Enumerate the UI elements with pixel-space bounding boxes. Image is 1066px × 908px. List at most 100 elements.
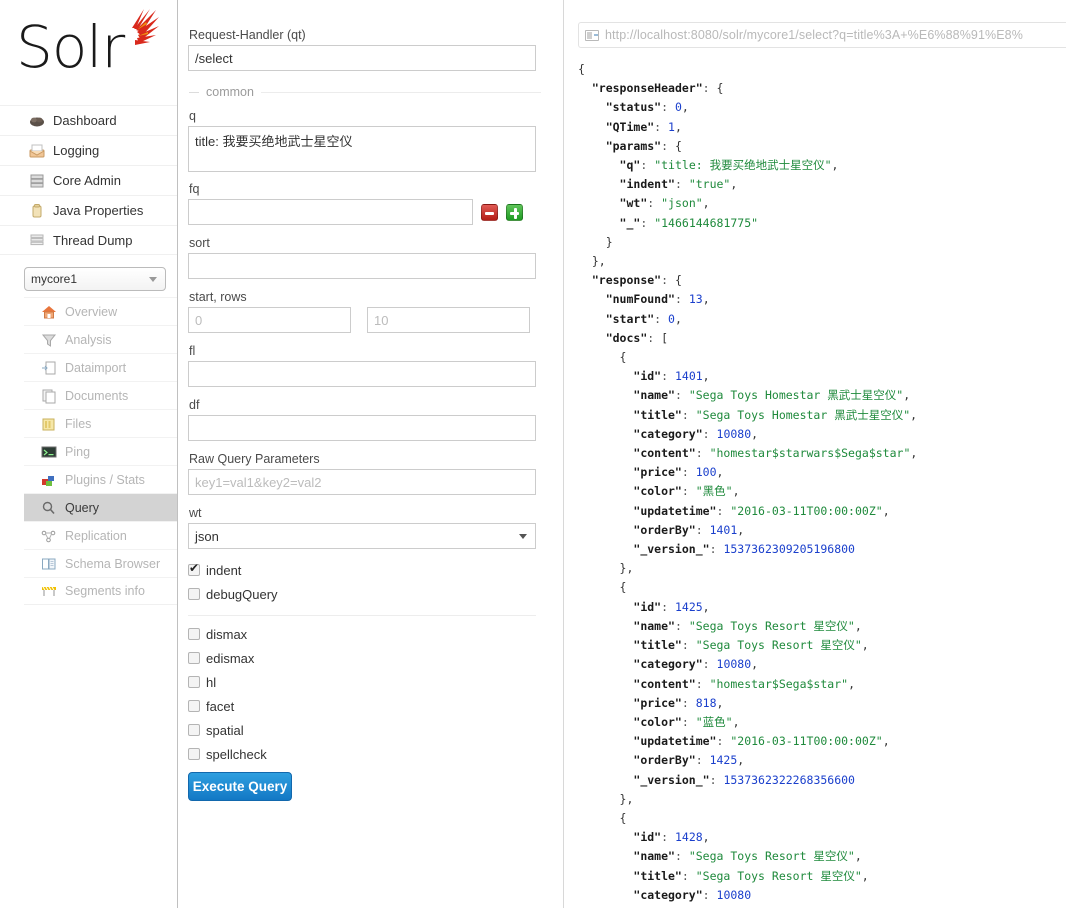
files-icon — [40, 416, 58, 432]
checkbox-box — [188, 700, 200, 712]
sidebar-item-segments-info[interactable]: Segments info — [24, 577, 177, 605]
documents-icon — [40, 388, 58, 404]
sidebar-item-plugins-stats[interactable]: Plugins / Stats — [24, 465, 177, 493]
core-selector-wrap: mycore1 — [0, 255, 177, 297]
checkbox-spellcheck[interactable]: spellcheck — [188, 742, 541, 766]
checkbox-label: indent — [206, 562, 242, 578]
df-input[interactable] — [188, 415, 536, 441]
sidebar-item-label: Documents — [65, 388, 129, 403]
checkbox-hl[interactable]: hl — [188, 670, 541, 694]
plugins-stats-icon — [40, 472, 58, 488]
sidebar-item-overview[interactable]: Overview — [24, 297, 177, 325]
sidebar-item-label: Plugins / Stats — [65, 472, 145, 487]
sidebar-main-nav: Dashboard Logging Core Admin Java Proper… — [0, 105, 177, 255]
core-selector[interactable]: mycore1 — [24, 267, 166, 291]
checkbox-label: spellcheck — [206, 746, 267, 762]
sort-label: sort — [189, 236, 210, 250]
checkbox-label: spatial — [206, 722, 244, 738]
java-properties-icon — [28, 203, 46, 219]
analysis-icon — [40, 332, 58, 348]
checkbox-box — [188, 748, 200, 760]
fl-input[interactable] — [188, 361, 536, 387]
chevron-down-icon — [149, 277, 157, 282]
checkbox-facet[interactable]: facet — [188, 694, 541, 718]
sidebar-item-schema-browser[interactable]: Schema Browser — [24, 549, 177, 577]
wt-value: json — [195, 528, 219, 544]
sidebar-item-label: Logging — [53, 143, 100, 158]
start-rows-row — [188, 307, 541, 333]
request-handler-input[interactable] — [188, 45, 536, 71]
q-input[interactable] — [188, 126, 536, 172]
checkbox-label: edismax — [206, 650, 255, 666]
sidebar: Solr Dashboard Logging Core Admin Java P… — [0, 0, 178, 908]
solr-logo[interactable]: Solr — [0, 0, 177, 95]
sidebar-item-dashboard[interactable]: Dashboard — [0, 105, 177, 135]
checkbox-box — [188, 676, 200, 688]
wt-select[interactable]: json — [188, 523, 536, 549]
core-admin-icon — [28, 173, 46, 189]
sidebar-item-label: Dashboard — [53, 113, 117, 128]
sidebar-item-label: Java Properties — [53, 203, 144, 218]
checkbox-label: debugQuery — [206, 586, 278, 602]
raw-query-parameters-input[interactable] — [188, 469, 536, 495]
sidebar-item-label: Analysis — [65, 332, 112, 347]
checkbox-indent[interactable]: indent — [188, 558, 541, 582]
wt-label: wt — [189, 506, 202, 520]
json-response-output: { "responseHeader": { "status": 0, "QTim… — [578, 62, 918, 908]
common-legend-label: common — [206, 85, 254, 99]
chevron-down-icon — [519, 534, 527, 539]
checkbox-box — [188, 561, 200, 576]
sidebar-item-thread-dump[interactable]: Thread Dump — [0, 225, 177, 255]
request-url-bar[interactable]: http://localhost:8080/solr/mycore1/selec… — [578, 22, 1066, 48]
sidebar-item-label: Thread Dump — [53, 232, 133, 248]
rows-input[interactable] — [367, 307, 530, 333]
segments-info-icon — [40, 583, 58, 599]
checkbox-label: dismax — [206, 626, 248, 642]
sidebar-item-label: Core Admin — [53, 173, 121, 188]
sidebar-item-logging[interactable]: Logging — [0, 135, 177, 165]
minus-icon[interactable] — [481, 203, 498, 221]
checkbox-spatial[interactable]: spatial — [188, 718, 541, 742]
sidebar-item-query[interactable]: Query — [24, 493, 177, 521]
core-selector-value: mycore1 — [31, 272, 78, 286]
sidebar-item-documents[interactable]: Documents — [24, 381, 177, 409]
sidebar-item-label: Schema Browser — [65, 556, 161, 571]
start-rows-label: start, rows — [189, 290, 247, 304]
sidebar-item-java-properties[interactable]: Java Properties — [0, 195, 177, 225]
request-url-text: http://localhost:8080/solr/mycore1/selec… — [605, 28, 1023, 42]
query-magnifier-icon — [40, 500, 58, 516]
sidebar-item-label: Segments info — [65, 584, 145, 598]
sidebar-item-core-admin[interactable]: Core Admin — [0, 165, 177, 195]
checkbox-box — [188, 628, 200, 640]
checkbox-divider — [188, 615, 536, 616]
dashboard-icon — [28, 113, 46, 129]
sort-input[interactable] — [188, 253, 536, 279]
checkbox-debugquery[interactable]: debugQuery — [188, 582, 541, 606]
sidebar-item-label: Ping — [65, 444, 91, 459]
start-input[interactable] — [188, 307, 351, 333]
execute-query-button[interactable]: Execute Query — [188, 772, 292, 801]
query-form-panel: Request-Handler (qt) common q fq sort st… — [178, 0, 564, 908]
sidebar-item-label: Query — [65, 500, 100, 515]
replication-icon — [40, 528, 58, 544]
overview-icon — [40, 304, 58, 320]
df-label: df — [189, 398, 200, 412]
request-url-icon — [585, 29, 599, 41]
fq-input[interactable] — [188, 199, 473, 225]
sidebar-core-nav: Overview Analysis Dataimport Documents F… — [24, 297, 177, 605]
solr-admin-page: Solr Dashboard Logging Core Admin Java P… — [0, 0, 1066, 908]
execute-query-label: Execute Query — [192, 779, 288, 794]
sidebar-item-files[interactable]: Files — [24, 409, 177, 437]
fq-label: fq — [189, 182, 200, 196]
sidebar-item-ping[interactable]: Ping — [24, 437, 177, 465]
q-label: q — [189, 109, 196, 123]
sidebar-item-label: Replication — [65, 528, 127, 543]
checkbox-dismax[interactable]: dismax — [188, 622, 541, 646]
sidebar-item-dataimport[interactable]: Dataimport — [24, 353, 177, 381]
sidebar-item-label: Files — [65, 416, 92, 431]
checkbox-edismax[interactable]: edismax — [188, 646, 541, 670]
logging-icon — [28, 143, 46, 159]
plus-icon[interactable] — [506, 203, 523, 221]
sidebar-item-replication[interactable]: Replication — [24, 521, 177, 549]
sidebar-item-analysis[interactable]: Analysis — [24, 325, 177, 353]
